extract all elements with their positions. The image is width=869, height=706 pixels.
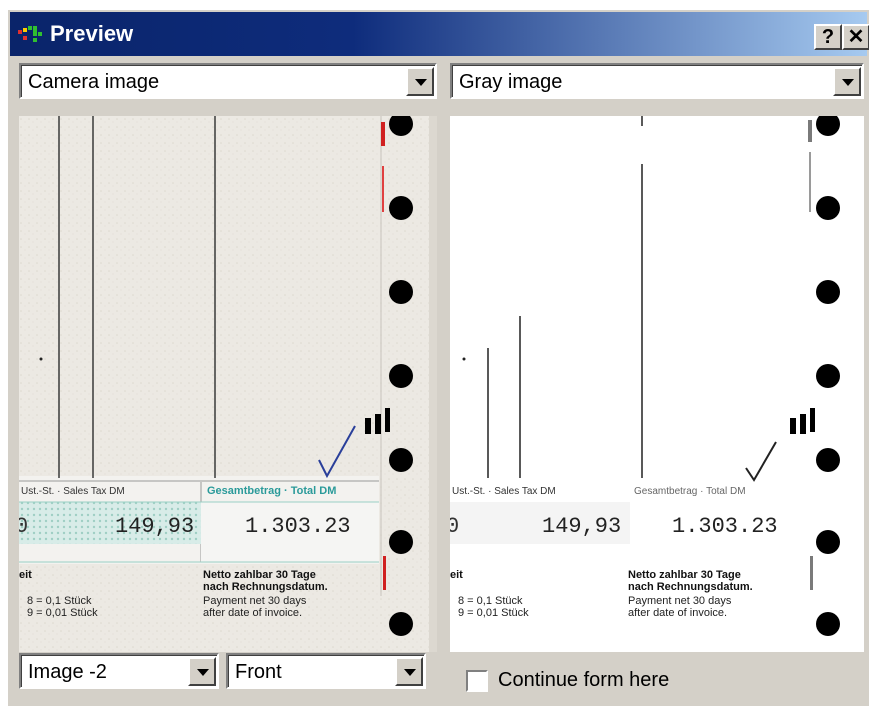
total-amount: 1.303.23 (245, 514, 351, 539)
tax-amount: 149,93 (542, 514, 621, 539)
perforation-hole (816, 196, 840, 220)
speck (462, 357, 466, 361)
terms-german-1: Netto zahlbar 30 Tage (203, 569, 316, 581)
perforation-hole (389, 530, 413, 554)
red-mark (382, 166, 384, 212)
gray-image-preview[interactable]: Ust.-St. · Sales Tax DM Gesamtbetrag · T… (450, 116, 864, 652)
quantity-line-2: 9 = 0,01 Stück (27, 607, 98, 619)
tax-column-header: Ust.-St. · Sales Tax DM (452, 486, 556, 497)
terms-german-1: Netto zahlbar 30 Tage (628, 569, 741, 581)
terms-english-1: Payment net 30 days (203, 595, 307, 607)
perforation-hole (816, 364, 840, 388)
red-mark (383, 556, 386, 590)
left-view-select-value: Camera image (28, 71, 160, 93)
side-select-value: Front (235, 661, 282, 683)
tick-mark (385, 408, 390, 432)
image-select[interactable]: Image -2 (19, 653, 219, 689)
terms-english-2: after date of invoice. (203, 607, 302, 619)
perforation-hole (389, 280, 413, 304)
title-bar[interactable]: Preview ? ✕ (10, 12, 869, 56)
terms-german-2: nach Rechnungsdatum. (203, 581, 328, 593)
tick-mark (810, 408, 815, 432)
perforation-hole (389, 612, 413, 636)
app-icon (18, 26, 42, 42)
red-mark (381, 122, 385, 146)
tick-mark (800, 414, 806, 434)
gray-mark (810, 556, 813, 590)
label-eit: eit (19, 569, 32, 581)
tick-mark (375, 414, 381, 434)
terms-german-2: nach Rechnungsdatum. (628, 581, 753, 593)
help-button[interactable]: ? (814, 24, 842, 50)
right-view-select-value: Gray image (459, 71, 563, 93)
quantity-line-1: 8 = 0,1 Stück (27, 595, 92, 607)
chevron-down-icon[interactable] (188, 657, 216, 686)
terms-english-1: Payment net 30 days (628, 595, 732, 607)
quantity-line-2: 9 = 0,01 Stück (458, 607, 529, 619)
zero-digit: 0 (450, 514, 459, 539)
left-view-select[interactable]: Camera image (19, 63, 437, 99)
tax-column-header: Ust.-St. · Sales Tax DM (21, 486, 125, 497)
label-eit: eit (450, 569, 463, 581)
zero-digit: 0 (19, 514, 28, 539)
camera-image-preview[interactable]: Ust.-St. · Sales Tax DM Gesamtbetrag · T… (19, 116, 437, 652)
perforation-hole (389, 364, 413, 388)
tick-mark (365, 418, 371, 434)
continue-form-checkbox[interactable] (466, 670, 488, 692)
perforation-hole (816, 280, 840, 304)
perforation-hole (816, 448, 840, 472)
close-button[interactable]: ✕ (842, 24, 869, 50)
preview-window: Preview ? ✕ Camera image Gray image Ust.… (7, 9, 869, 706)
tax-amount: 149,93 (115, 514, 194, 539)
total-column-header: Gesamtbetrag · Total DM (207, 485, 336, 497)
tick-mark (790, 418, 796, 434)
perforation-hole (389, 196, 413, 220)
window-title: Preview (50, 21, 134, 46)
chevron-down-icon[interactable] (406, 67, 434, 96)
chevron-down-icon[interactable] (395, 657, 423, 686)
gray-mark (809, 152, 811, 212)
quantity-line-1: 8 = 0,1 Stück (458, 595, 523, 607)
right-view-select[interactable]: Gray image (450, 63, 864, 99)
side-select[interactable]: Front (226, 653, 426, 689)
speck (39, 357, 43, 361)
perforation-hole (816, 612, 840, 636)
image-select-value: Image -2 (28, 661, 107, 683)
total-column-header: Gesamtbetrag · Total DM (634, 486, 746, 497)
chevron-down-icon[interactable] (833, 67, 861, 96)
total-amount: 1.303.23 (672, 514, 778, 539)
perforation-hole (389, 448, 413, 472)
continue-form-label[interactable]: Continue form here (498, 668, 669, 692)
gray-mark (808, 120, 812, 142)
terms-english-2: after date of invoice. (628, 607, 727, 619)
perforation-hole (816, 530, 840, 554)
